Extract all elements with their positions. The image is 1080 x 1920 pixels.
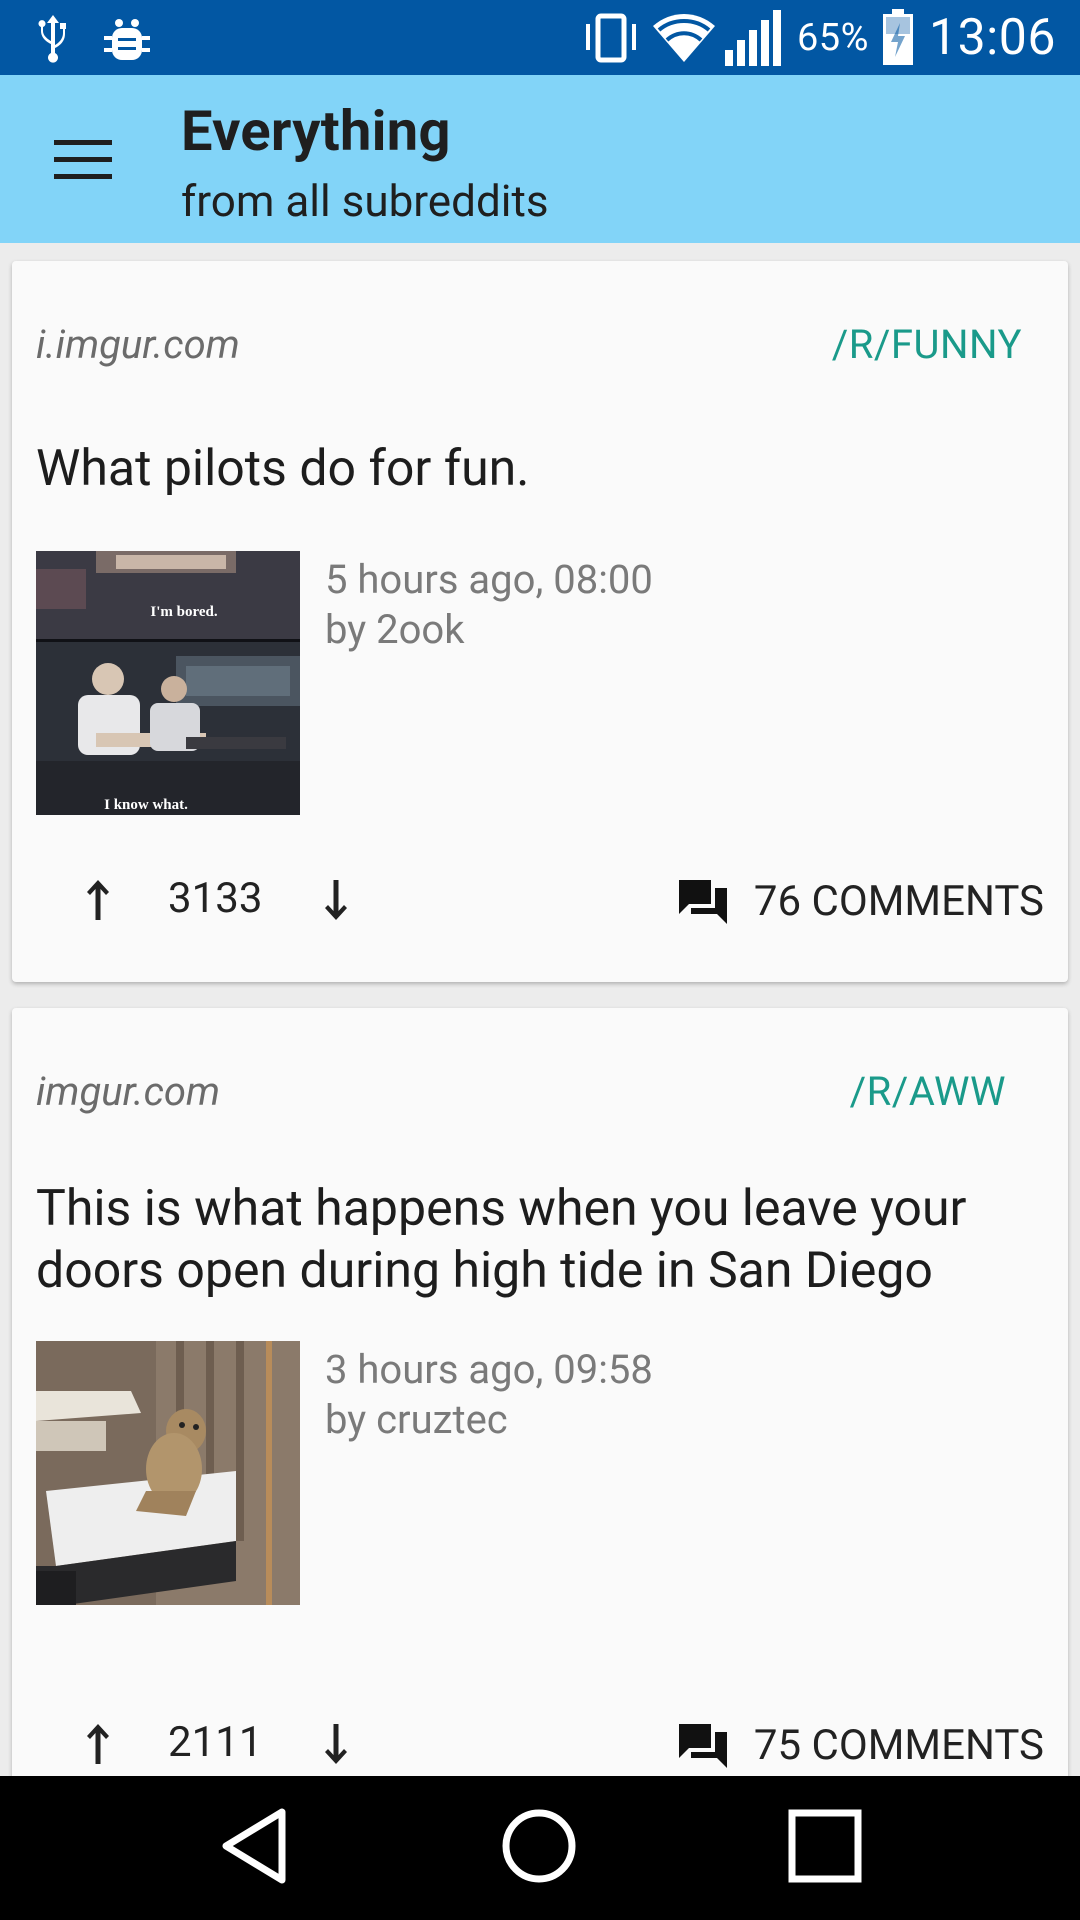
downvote-button[interactable] — [314, 1720, 358, 1772]
recents-button[interactable] — [775, 1798, 875, 1898]
comments-count: 76 COMMENTS — [753, 876, 1044, 926]
downvote-button[interactable] — [314, 876, 358, 928]
post-time: 3 hours ago, 09:58 — [325, 1346, 653, 1393]
recents-square-icon — [788, 1809, 862, 1887]
home-button[interactable] — [489, 1798, 589, 1898]
post-author[interactable]: by 2ook — [325, 605, 653, 655]
post-card[interactable]: i.imgur.com /R/FUNNY What pilots do for … — [12, 261, 1068, 982]
post-meta: 3 hours ago, 09:58 by cruztec — [325, 1345, 653, 1445]
navigation-bar — [0, 1776, 1080, 1920]
hamburger-menu-icon — [54, 140, 112, 184]
vibrate-icon — [583, 10, 639, 66]
post-actions: 2111 75 COMMENTS — [12, 1706, 1068, 1776]
post-subreddit-link[interactable]: /R/AWW — [850, 1068, 1006, 1115]
status-bar-left — [38, 10, 150, 66]
comments-icon — [678, 1720, 728, 1770]
post-score: 2111 — [168, 1718, 263, 1767]
post-title[interactable]: This is what happens when you leave your… — [36, 1178, 1038, 1302]
upvote-button[interactable] — [76, 876, 120, 928]
post-subreddit-link[interactable]: /R/FUNNY — [832, 321, 1022, 368]
post-title[interactable]: What pilots do for fun. — [36, 438, 1038, 500]
post-card[interactable]: imgur.com /R/AWW This is what happens wh… — [12, 1008, 1068, 1776]
arrow-up-icon — [83, 878, 113, 926]
status-bar: 65% 13:06 — [0, 0, 1080, 75]
status-bar-right: 65% 13:06 — [583, 8, 1056, 68]
usb-icon — [38, 13, 68, 63]
post-thumbnail[interactable]: I'm bored. I know what. — [36, 551, 300, 815]
thumbnail-caption-bottom: I know what. — [104, 797, 188, 813]
signal-icon — [724, 10, 789, 66]
post-score: 3133 — [168, 874, 263, 923]
back-triangle-icon — [220, 1808, 290, 1888]
post-meta: 5 hours ago, 08:00 by 2ook — [325, 555, 653, 655]
battery-percent: 65% — [796, 16, 869, 60]
upvote-button[interactable] — [76, 1720, 120, 1772]
thumbnail-caption-top: I'm bored. — [150, 604, 217, 620]
back-button[interactable] — [205, 1798, 305, 1898]
post-domain[interactable]: imgur.com — [36, 1068, 220, 1115]
comments-icon — [678, 876, 728, 926]
arrow-down-icon — [321, 878, 351, 926]
post-actions: 3133 76 COMMENTS — [12, 862, 1068, 942]
home-circle-icon — [501, 1808, 577, 1888]
battery-charging-icon — [881, 9, 915, 67]
post-time: 5 hours ago, 08:00 — [325, 556, 653, 603]
app-bar: Everything from all subreddits — [0, 75, 1080, 243]
status-bar-clock: 13:06 — [928, 9, 1056, 67]
arrow-down-icon — [321, 1722, 351, 1770]
comments-button[interactable]: 75 COMMENTS — [678, 1710, 1044, 1776]
page-subtitle: from all subreddits — [181, 175, 549, 227]
post-domain[interactable]: i.imgur.com — [36, 321, 240, 368]
bug-icon — [104, 14, 150, 62]
page-title: Everything — [181, 98, 451, 164]
wifi-icon — [652, 12, 715, 64]
post-author[interactable]: by cruztec — [325, 1395, 653, 1445]
post-feed[interactable]: i.imgur.com /R/FUNNY What pilots do for … — [0, 243, 1080, 1776]
comments-button[interactable]: 76 COMMENTS — [678, 866, 1044, 936]
menu-button[interactable] — [38, 117, 128, 207]
arrow-up-icon — [83, 1722, 113, 1770]
post-thumbnail[interactable] — [36, 1341, 300, 1605]
comments-count: 75 COMMENTS — [753, 1720, 1044, 1770]
